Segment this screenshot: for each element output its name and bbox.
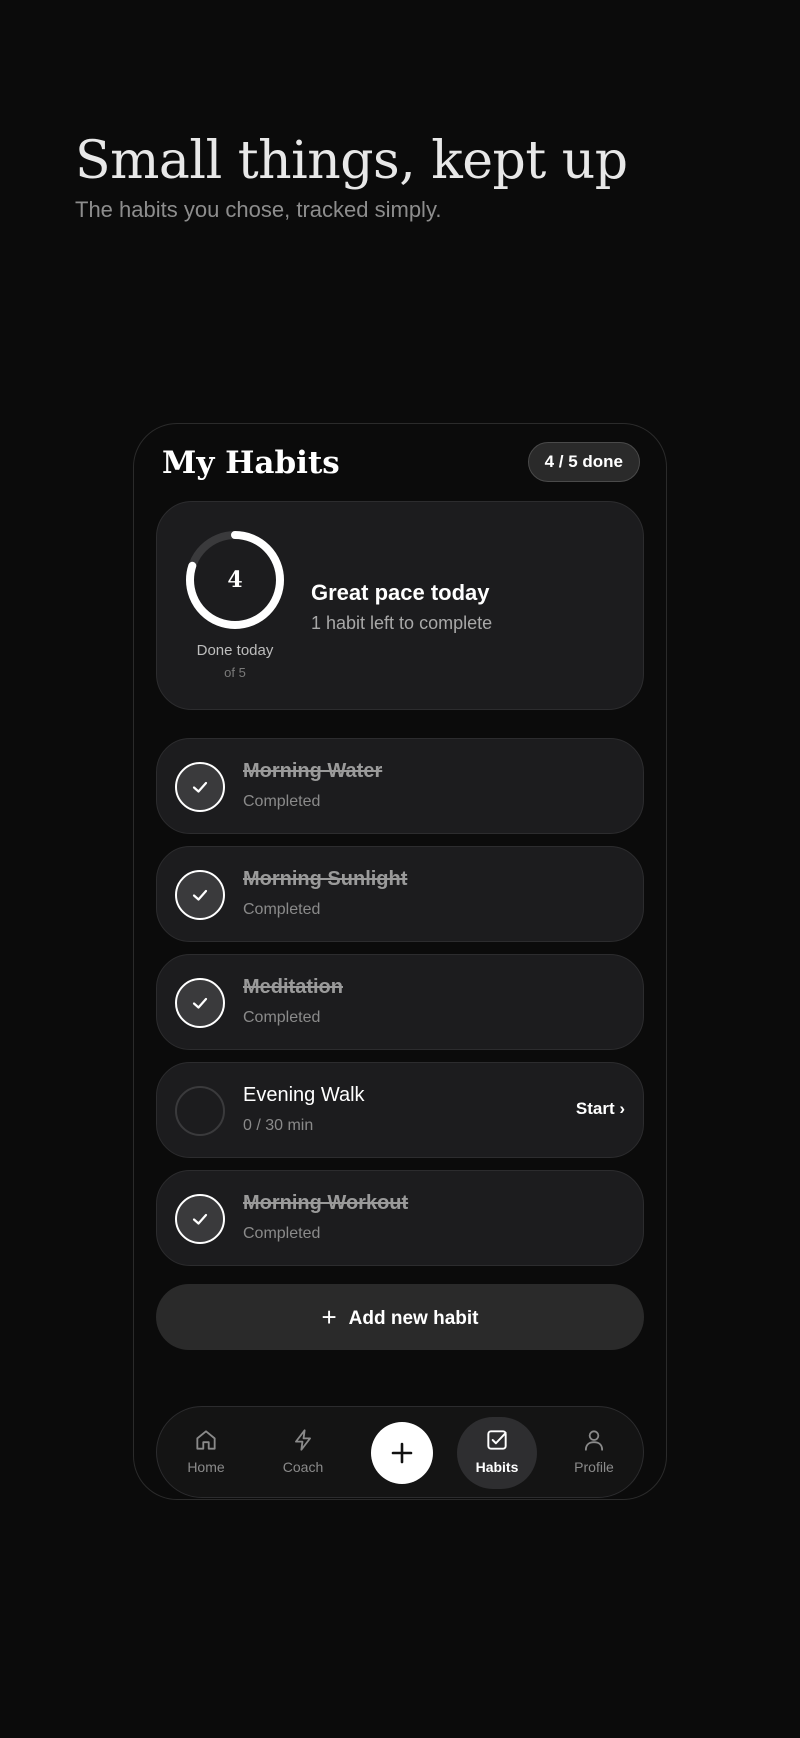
hero-title: Small things, kept up: [75, 131, 628, 191]
checkmark-icon[interactable]: [175, 978, 225, 1028]
hero-subtitle: The habits you chose, tracked simply.: [75, 197, 442, 222]
app-header: My Habits 4 / 5 done: [162, 440, 640, 484]
tab-label: Profile: [574, 1459, 614, 1475]
hero: Small things, kept up The habits you cho…: [75, 130, 725, 224]
tab-label: Habits: [475, 1459, 519, 1475]
done-count: 4: [227, 567, 243, 593]
habit-item-meditation[interactable]: Meditation Completed: [156, 954, 644, 1050]
tab-home[interactable]: Home: [167, 1423, 245, 1487]
habit-name: Morning Water: [243, 760, 383, 782]
habit-name: Evening Walk: [243, 1084, 365, 1106]
habit-status: Completed: [243, 1009, 321, 1026]
done-today-label: Done today: [196, 642, 274, 659]
checkmark-icon[interactable]: [175, 870, 225, 920]
habit-item-morning-sunlight[interactable]: Morning Sunlight Completed: [156, 846, 644, 942]
tab-profile[interactable]: Profile: [555, 1423, 633, 1487]
habit-name: Morning Sunlight: [243, 868, 408, 890]
checkmark-icon[interactable]: [175, 1194, 225, 1244]
habit-item-morning-water[interactable]: Morning Water Completed: [156, 738, 644, 834]
tab-label: Home: [187, 1459, 225, 1475]
habit-name: Morning Workout: [243, 1192, 409, 1214]
habit-status: Completed: [243, 793, 321, 810]
page-title: My Habits: [162, 445, 340, 481]
checkmark-icon[interactable]: [175, 762, 225, 812]
tab-habits[interactable]: Habits: [457, 1417, 537, 1489]
tab-coach[interactable]: Coach: [264, 1423, 342, 1487]
progress-ring: 4: [183, 528, 287, 632]
lightning-icon: [295, 1429, 311, 1451]
empty-circle-icon[interactable]: [175, 1086, 225, 1136]
habit-name: Meditation: [243, 976, 343, 998]
habit-status: Completed: [243, 1225, 321, 1242]
bottom-tab-bar: Home Coach Habits Profile: [156, 1406, 644, 1498]
checkbox-icon: [487, 1430, 507, 1450]
habit-item-evening-walk[interactable]: Evening Walk 0 / 30 min Start ›: [156, 1062, 644, 1158]
progress-badge: 4 / 5 done: [527, 442, 640, 482]
habit-status: Completed: [243, 901, 321, 918]
total-label: of 5: [224, 665, 246, 680]
plus-icon: [391, 1442, 413, 1464]
pace-subtitle: 1 habit left to complete: [311, 613, 493, 633]
habit-item-morning-workout[interactable]: Morning Workout Completed: [156, 1170, 644, 1266]
start-button[interactable]: Start ›: [576, 1099, 625, 1119]
plus-icon: +: [321, 1302, 337, 1332]
daily-summary-card: 4 Done today of 5 Great pace today 1 hab…: [156, 501, 644, 710]
tab-label: Coach: [282, 1459, 324, 1475]
add-habit-label: Add new habit: [348, 1308, 479, 1329]
add-fab-button[interactable]: [371, 1422, 433, 1484]
add-habit-button[interactable]: + Add new habit: [156, 1284, 644, 1350]
home-icon: [196, 1430, 216, 1450]
pace-title: Great pace today: [311, 580, 490, 605]
habit-status: 0 / 30 min: [243, 1117, 314, 1134]
person-icon: [584, 1430, 604, 1451]
phone-frame: My Habits 4 / 5 done 4 Done today of 5 G…: [133, 423, 667, 1500]
